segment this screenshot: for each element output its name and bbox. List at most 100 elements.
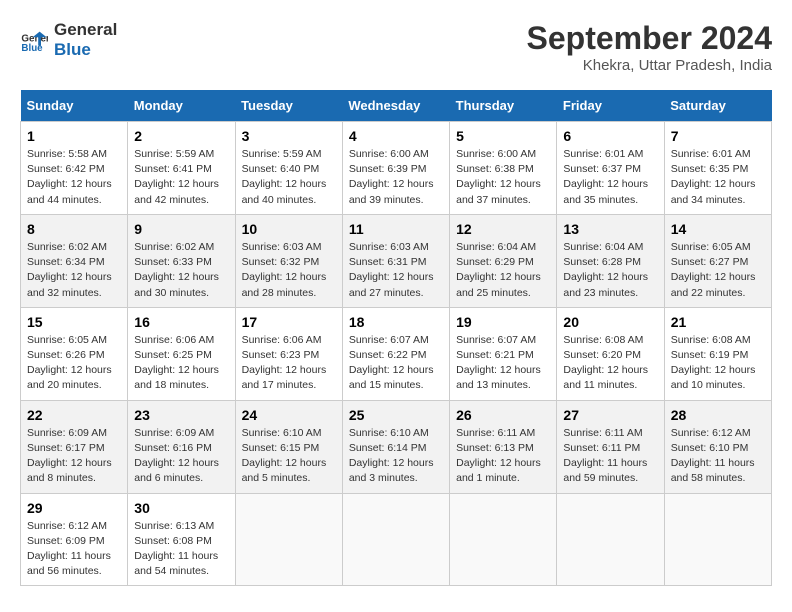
day-info: Sunrise: 6:03 AMSunset: 6:32 PMDaylight:… bbox=[242, 240, 336, 301]
day-info: Sunrise: 6:10 AMSunset: 6:15 PMDaylight:… bbox=[242, 426, 336, 487]
day-info: Sunrise: 6:04 AMSunset: 6:29 PMDaylight:… bbox=[456, 240, 550, 301]
calendar-cell bbox=[557, 493, 664, 586]
calendar-cell: 16 Sunrise: 6:06 AMSunset: 6:25 PMDayligh… bbox=[128, 307, 235, 400]
day-info: Sunrise: 6:08 AMSunset: 6:19 PMDaylight:… bbox=[671, 333, 765, 394]
calendar-cell: 15Sunrise: 6:05 AMSunset: 6:26 PMDayligh… bbox=[21, 307, 128, 400]
calendar-cell: 5Sunrise: 6:00 AMSunset: 6:38 PMDaylight… bbox=[450, 122, 557, 215]
day-info: Sunrise: 6:02 AMSunset: 6:33 PMDaylight:… bbox=[134, 240, 228, 301]
day-info: Sunrise: 6:06 AMSunset: 6:25 PMDaylight:… bbox=[134, 333, 228, 394]
day-number: 7 bbox=[671, 128, 765, 144]
day-info: Sunrise: 6:12 AMSunset: 6:10 PMDaylight:… bbox=[671, 426, 765, 487]
calendar-cell: 10 Sunrise: 6:03 AMSunset: 6:32 PMDayligh… bbox=[235, 214, 342, 307]
calendar-cell: 26 Sunrise: 6:11 AMSunset: 6:13 PMDayligh… bbox=[450, 400, 557, 493]
day-info: Sunrise: 6:04 AMSunset: 6:28 PMDaylight:… bbox=[563, 240, 657, 301]
calendar-cell: 1 Sunrise: 5:58 AMSunset: 6:42 PMDaylight… bbox=[21, 122, 128, 215]
day-number: 1 bbox=[27, 128, 121, 144]
month-year-title: September 2024 bbox=[527, 20, 772, 57]
col-header-monday: Monday bbox=[128, 90, 235, 122]
day-number: 18 bbox=[349, 314, 443, 330]
day-number: 8 bbox=[27, 221, 121, 237]
day-number: 26 bbox=[456, 407, 550, 423]
day-info: Sunrise: 5:59 AMSunset: 6:40 PMDaylight:… bbox=[242, 147, 336, 208]
calendar-cell: 13 Sunrise: 6:04 AMSunset: 6:28 PMDayligh… bbox=[557, 214, 664, 307]
calendar-cell bbox=[342, 493, 449, 586]
day-number: 13 bbox=[563, 221, 657, 237]
day-info: Sunrise: 6:01 AMSunset: 6:35 PMDaylight:… bbox=[671, 147, 765, 208]
calendar-cell: 11 Sunrise: 6:03 AMSunset: 6:31 PMDayligh… bbox=[342, 214, 449, 307]
calendar-cell: 25 Sunrise: 6:10 AMSunset: 6:14 PMDayligh… bbox=[342, 400, 449, 493]
day-number: 30 bbox=[134, 500, 228, 516]
day-info: Sunrise: 6:09 AMSunset: 6:16 PMDaylight:… bbox=[134, 426, 228, 487]
day-info: Sunrise: 6:11 AMSunset: 6:11 PMDaylight:… bbox=[563, 426, 657, 487]
calendar-cell: 24 Sunrise: 6:10 AMSunset: 6:15 PMDayligh… bbox=[235, 400, 342, 493]
calendar-cell: 23 Sunrise: 6:09 AMSunset: 6:16 PMDayligh… bbox=[128, 400, 235, 493]
logo: General Blue General Blue bbox=[20, 20, 117, 61]
col-header-saturday: Saturday bbox=[664, 90, 771, 122]
day-info: Sunrise: 6:07 AMSunset: 6:21 PMDaylight:… bbox=[456, 333, 550, 394]
col-header-wednesday: Wednesday bbox=[342, 90, 449, 122]
day-info: Sunrise: 5:58 AMSunset: 6:42 PMDaylight:… bbox=[27, 147, 121, 208]
col-header-tuesday: Tuesday bbox=[235, 90, 342, 122]
day-info: Sunrise: 6:05 AMSunset: 6:27 PMDaylight:… bbox=[671, 240, 765, 301]
calendar-cell: 20Sunrise: 6:08 AMSunset: 6:20 PMDayligh… bbox=[557, 307, 664, 400]
day-info: Sunrise: 6:07 AMSunset: 6:22 PMDaylight:… bbox=[349, 333, 443, 394]
day-info: Sunrise: 6:11 AMSunset: 6:13 PMDaylight:… bbox=[456, 426, 550, 487]
calendar-table: SundayMondayTuesdayWednesdayThursdayFrid… bbox=[20, 90, 772, 586]
day-number: 9 bbox=[134, 221, 228, 237]
day-number: 22 bbox=[27, 407, 121, 423]
page-header: General Blue General Blue September 2024… bbox=[20, 20, 772, 74]
calendar-cell: 21 Sunrise: 6:08 AMSunset: 6:19 PMDayligh… bbox=[664, 307, 771, 400]
day-info: Sunrise: 6:05 AMSunset: 6:26 PMDaylight:… bbox=[27, 333, 121, 394]
day-number: 10 bbox=[242, 221, 336, 237]
calendar-cell: 22Sunrise: 6:09 AMSunset: 6:17 PMDayligh… bbox=[21, 400, 128, 493]
day-number: 24 bbox=[242, 407, 336, 423]
location-label: Khekra, Uttar Pradesh, India bbox=[527, 57, 772, 74]
day-number: 11 bbox=[349, 221, 443, 237]
col-header-thursday: Thursday bbox=[450, 90, 557, 122]
calendar-cell bbox=[664, 493, 771, 586]
calendar-cell: 17 Sunrise: 6:06 AMSunset: 6:23 PMDayligh… bbox=[235, 307, 342, 400]
logo-general: General bbox=[54, 20, 117, 40]
day-number: 27 bbox=[563, 407, 657, 423]
day-number: 29 bbox=[27, 500, 121, 516]
calendar-cell: 2 Sunrise: 5:59 AMSunset: 6:41 PMDaylight… bbox=[128, 122, 235, 215]
col-header-friday: Friday bbox=[557, 90, 664, 122]
calendar-cell: 19 Sunrise: 6:07 AMSunset: 6:21 PMDayligh… bbox=[450, 307, 557, 400]
calendar-cell: 4Sunrise: 6:00 AMSunset: 6:39 PMDaylight… bbox=[342, 122, 449, 215]
calendar-cell: 7 Sunrise: 6:01 AMSunset: 6:35 PMDaylight… bbox=[664, 122, 771, 215]
day-number: 21 bbox=[671, 314, 765, 330]
day-number: 2 bbox=[134, 128, 228, 144]
day-number: 5 bbox=[456, 128, 550, 144]
calendar-cell: 9 Sunrise: 6:02 AMSunset: 6:33 PMDaylight… bbox=[128, 214, 235, 307]
day-number: 23 bbox=[134, 407, 228, 423]
day-number: 14 bbox=[671, 221, 765, 237]
col-header-sunday: Sunday bbox=[21, 90, 128, 122]
day-number: 17 bbox=[242, 314, 336, 330]
day-number: 25 bbox=[349, 407, 443, 423]
day-info: Sunrise: 6:13 AMSunset: 6:08 PMDaylight:… bbox=[134, 519, 228, 580]
day-info: Sunrise: 6:02 AMSunset: 6:34 PMDaylight:… bbox=[27, 240, 121, 301]
day-number: 16 bbox=[134, 314, 228, 330]
day-number: 19 bbox=[456, 314, 550, 330]
calendar-cell: 14 Sunrise: 6:05 AMSunset: 6:27 PMDayligh… bbox=[664, 214, 771, 307]
calendar-cell: 28 Sunrise: 6:12 AMSunset: 6:10 PMDayligh… bbox=[664, 400, 771, 493]
day-number: 4 bbox=[349, 128, 443, 144]
day-info: Sunrise: 5:59 AMSunset: 6:41 PMDaylight:… bbox=[134, 147, 228, 208]
day-info: Sunrise: 6:03 AMSunset: 6:31 PMDaylight:… bbox=[349, 240, 443, 301]
calendar-cell: 18 Sunrise: 6:07 AMSunset: 6:22 PMDayligh… bbox=[342, 307, 449, 400]
day-number: 28 bbox=[671, 407, 765, 423]
day-number: 3 bbox=[242, 128, 336, 144]
calendar-cell: 30 Sunrise: 6:13 AMSunset: 6:08 PMDayligh… bbox=[128, 493, 235, 586]
calendar-cell: 6 Sunrise: 6:01 AMSunset: 6:37 PMDaylight… bbox=[557, 122, 664, 215]
calendar-cell: 12 Sunrise: 6:04 AMSunset: 6:29 PMDayligh… bbox=[450, 214, 557, 307]
day-number: 12 bbox=[456, 221, 550, 237]
day-info: Sunrise: 6:08 AMSunset: 6:20 PMDaylight:… bbox=[563, 333, 657, 394]
title-block: September 2024 Khekra, Uttar Pradesh, In… bbox=[527, 20, 772, 74]
calendar-cell: 27 Sunrise: 6:11 AMSunset: 6:11 PMDayligh… bbox=[557, 400, 664, 493]
day-info: Sunrise: 6:06 AMSunset: 6:23 PMDaylight:… bbox=[242, 333, 336, 394]
calendar-cell: 29 Sunrise: 6:12 AMSunset: 6:09 PMDayligh… bbox=[21, 493, 128, 586]
day-info: Sunrise: 6:12 AMSunset: 6:09 PMDaylight:… bbox=[27, 519, 121, 580]
day-info: Sunrise: 6:01 AMSunset: 6:37 PMDaylight:… bbox=[563, 147, 657, 208]
day-info: Sunrise: 6:10 AMSunset: 6:14 PMDaylight:… bbox=[349, 426, 443, 487]
day-number: 6 bbox=[563, 128, 657, 144]
